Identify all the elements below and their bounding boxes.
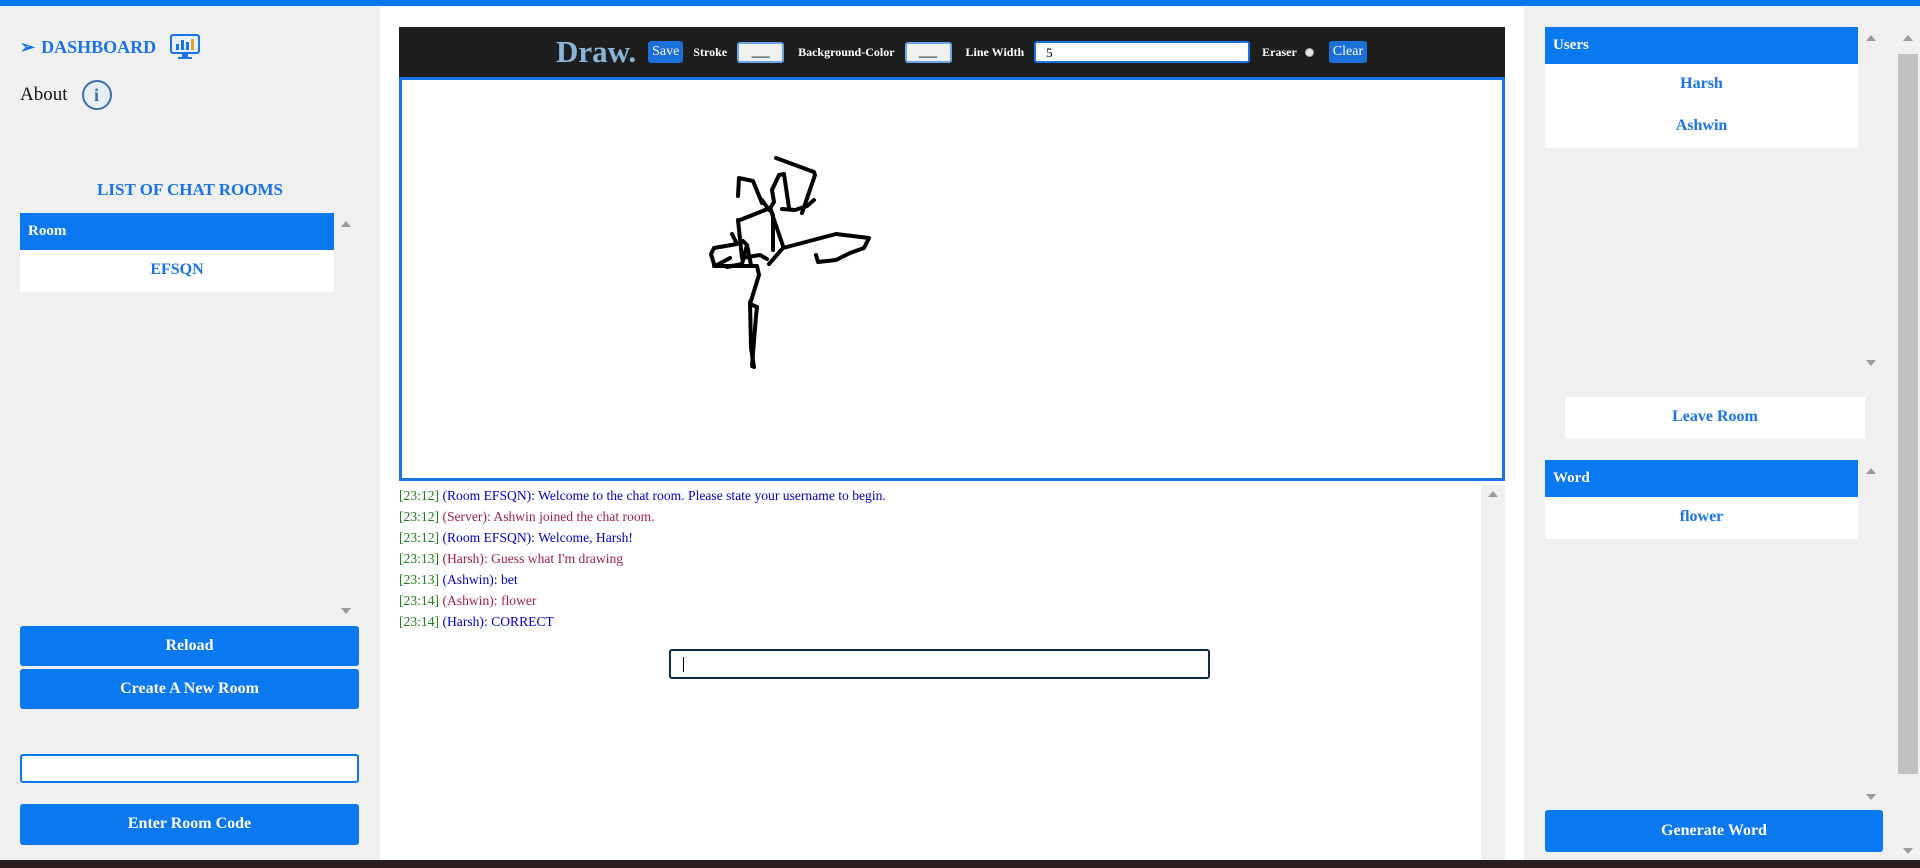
rooms-scroll-down-icon[interactable] — [341, 608, 351, 614]
arrow-icon: ➢ — [20, 36, 36, 57]
save-button[interactable]: Save — [648, 41, 684, 63]
rooms-list: Room EFSQN — [20, 213, 334, 613]
create-room-button[interactable]: Create A New Room — [20, 669, 359, 709]
users-header: Users — [1545, 27, 1858, 64]
background-color-picker[interactable]: ___ — [904, 41, 952, 63]
page-scroll-thumb[interactable] — [1898, 54, 1918, 774]
stroke-color-picker[interactable]: ___ — [737, 41, 785, 63]
word-value: flower — [1545, 497, 1858, 539]
chat-message-sender: (Harsh): — [442, 551, 488, 566]
chat-message: [23:14] (Harsh): CORRECT — [399, 611, 1481, 632]
background-color-label: Background-Color — [798, 44, 895, 59]
drawing-toolbar: Draw. Save Stroke ___ Background-Color _… — [399, 27, 1505, 77]
line-width-label: Line Width — [965, 44, 1025, 59]
eraser-label: Eraser — [1262, 44, 1297, 59]
chat-message-sender: (Room EFSQN): — [442, 488, 535, 503]
chat-message: [23:14] (Ashwin): flower — [399, 590, 1481, 611]
page-scroll-down-icon[interactable] — [1903, 848, 1913, 854]
chat-message-time: [23:12] — [399, 509, 440, 524]
chat-message: [23:13] (Ashwin): bet — [399, 569, 1481, 590]
rooms-scroll-up-icon[interactable] — [341, 221, 351, 227]
chat-scroll-up-icon[interactable] — [1488, 491, 1498, 497]
chat-message-sender: (Ashwin): — [442, 572, 498, 587]
user-item[interactable]: Harsh — [1545, 64, 1858, 106]
users-scroll-up-icon[interactable] — [1866, 35, 1876, 41]
chat-message: [23:12] (Room EFSQN): Welcome, Harsh! — [399, 527, 1481, 548]
room-item[interactable]: EFSQN — [20, 250, 334, 292]
enter-room-code-button[interactable]: Enter Room Code — [20, 804, 359, 845]
chat-scrollbar[interactable] — [1481, 485, 1505, 860]
chat-message-text: flower — [500, 593, 537, 608]
page-scroll-up-icon[interactable] — [1903, 35, 1913, 41]
chat-message-time: [23:12] — [399, 488, 440, 503]
chat-message: [23:13] (Harsh): Guess what I'm drawing — [399, 548, 1481, 569]
eraser-radio[interactable] — [1304, 47, 1314, 57]
dashboard-label: DASHBOARD — [41, 36, 157, 57]
chat-message-sender: (Server): — [442, 509, 491, 524]
chat-message-sender: (Harsh): — [442, 614, 488, 629]
rooms-list-title: LIST OF CHAT ROOMS — [97, 180, 283, 199]
chat-message-time: [23:13] — [399, 551, 440, 566]
text-caret — [683, 657, 684, 672]
chat-message-input[interactable] — [669, 649, 1210, 679]
taskbar-strip — [0, 860, 1920, 868]
about-link[interactable]: About i — [20, 80, 112, 110]
line-width-input[interactable]: 5 — [1034, 41, 1251, 63]
stroke-color-value: ___ — [751, 45, 770, 59]
user-item[interactable]: Ashwin — [1545, 106, 1858, 148]
chat-message: [23:12] (Room EFSQN): Welcome to the cha… — [399, 485, 1481, 506]
reload-button[interactable]: Reload — [20, 626, 359, 666]
chat-message-sender: (Room EFSQN): — [442, 530, 535, 545]
word-header: Word — [1545, 460, 1858, 497]
drawing-canvas[interactable] — [399, 77, 1505, 481]
chat-message-time: [23:12] — [399, 530, 440, 545]
word-scroll-down-icon[interactable] — [1866, 794, 1876, 800]
leave-room-button[interactable]: Leave Room — [1565, 397, 1865, 439]
chat-message-time: [23:14] — [399, 593, 440, 608]
chat-message: [23:12] (Server): Ashwin joined the chat… — [399, 506, 1481, 527]
flower-drawing — [709, 156, 871, 369]
chat-message-time: [23:13] — [399, 572, 440, 587]
word-scroll-up-icon[interactable] — [1866, 468, 1876, 474]
chat-message-text: Guess what I'm drawing — [491, 551, 624, 566]
clear-button[interactable]: Clear — [1328, 41, 1368, 63]
stroke-label: Stroke — [693, 44, 728, 59]
chat-message-sender: (Ashwin): — [442, 593, 498, 608]
room-code-input[interactable] — [20, 754, 359, 783]
rooms-list-header: Room — [20, 213, 334, 250]
background-color-value: ___ — [919, 45, 938, 59]
dashboard-monitor-icon — [170, 34, 201, 59]
chat-message-text: Welcome to the chat room. Please state y… — [538, 488, 886, 503]
dashboard-link[interactable]: ➢ DASHBOARD — [20, 34, 201, 60]
app-title: Draw. — [556, 34, 637, 69]
chat-message-text: CORRECT — [491, 614, 554, 629]
chat-message-time: [23:14] — [399, 614, 440, 629]
about-label: About — [20, 84, 68, 105]
chat-message-text: Welcome, Harsh! — [538, 530, 633, 545]
chat-message-text: Ashwin joined the chat room. — [493, 509, 655, 524]
chat-message-text: bet — [500, 572, 518, 587]
info-icon[interactable]: i — [81, 80, 112, 110]
generate-word-button[interactable]: Generate Word — [1545, 810, 1883, 852]
users-scroll-down-icon[interactable] — [1866, 360, 1876, 366]
